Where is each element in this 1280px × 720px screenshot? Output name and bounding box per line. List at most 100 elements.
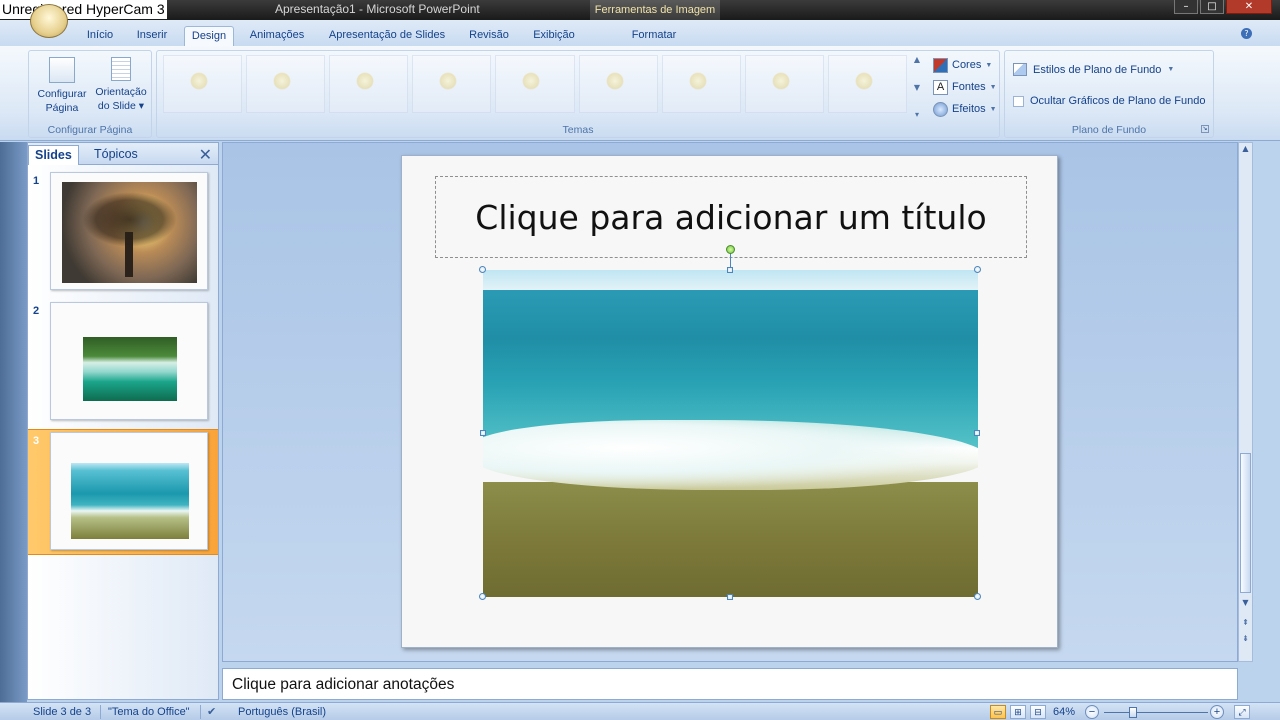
resize-handle[interactable]	[974, 266, 981, 273]
slide-number: 3	[33, 435, 40, 447]
slide-preview[interactable]	[50, 302, 208, 420]
efeitos-button[interactable]: Efeitos ▼	[933, 100, 997, 118]
chevron-down-icon: ▼	[989, 105, 997, 113]
minimize-button[interactable]: –	[1174, 0, 1198, 14]
scroll-down-icon[interactable]: ▼	[1239, 597, 1252, 609]
theme-thumbnail[interactable]	[412, 55, 492, 113]
theme-thumbnail[interactable]	[661, 55, 741, 113]
slide-preview[interactable]	[50, 432, 208, 550]
tab-formatar[interactable]: Formatar	[624, 26, 684, 47]
sea-photo[interactable]	[483, 270, 978, 597]
zoom-in-button[interactable]: +	[1210, 705, 1224, 719]
slide-position: Slide 3 de 3	[33, 706, 92, 718]
slide-preview[interactable]	[50, 172, 208, 290]
theme-thumbnail[interactable]	[163, 55, 243, 113]
tab-design[interactable]: Design	[184, 26, 234, 47]
notes-pane[interactable]: Clique para adicionar anotações	[222, 668, 1238, 700]
slide-number: 2	[33, 305, 40, 317]
scroll-up-icon[interactable]: ▲	[911, 55, 923, 64]
previous-slide-icon[interactable]: ⇞	[1239, 617, 1252, 629]
slide-thumbnail-3[interactable]: 3	[28, 429, 218, 555]
configurar-pagina-label-2: Página	[45, 102, 79, 114]
chevron-down-icon: ▼	[1167, 66, 1175, 73]
resize-handle[interactable]	[974, 593, 981, 600]
tab-topicos[interactable]: Tópicos	[88, 145, 144, 165]
theme-name[interactable]: "Tema do Office"	[108, 705, 190, 719]
group-label-configurar-pagina: Configurar Página	[47, 124, 133, 136]
orientacao-slide-button[interactable]: Orientação do Slide ▾	[91, 57, 151, 113]
theme-thumbnail[interactable]	[578, 55, 658, 113]
zoom-level[interactable]: 64%	[1053, 705, 1075, 719]
close-button[interactable]: ✕	[1226, 0, 1272, 14]
theme-gallery-scroll: ▲ ▼ ▾	[911, 55, 923, 119]
tab-exibicao[interactable]: Exibição	[526, 26, 582, 47]
maximize-button[interactable]: □	[1200, 0, 1224, 14]
configurar-pagina-button[interactable]: Configurar Página	[33, 57, 91, 115]
group-temas: ▲ ▼ ▾ Cores ▼ A Fontes ▼ Efeitos ▼ Temas	[156, 50, 1000, 138]
fit-to-window-icon[interactable]: ⤢	[1234, 705, 1250, 719]
tab-animacoes[interactable]: Animações	[244, 26, 310, 47]
theme-thumbnail[interactable]	[329, 55, 409, 113]
language[interactable]: Português (Brasil)	[238, 705, 326, 719]
rotation-handle[interactable]	[726, 245, 735, 254]
office-button[interactable]	[30, 4, 68, 38]
theme-thumbnail[interactable]	[246, 55, 326, 113]
slide-sorter-icon[interactable]: ⊞	[1010, 705, 1026, 719]
divider	[100, 705, 101, 719]
orientacao-slide-label-2: do Slide ▾	[97, 100, 145, 112]
resize-handle[interactable]	[727, 594, 733, 600]
resize-handle[interactable]	[480, 430, 486, 436]
slideshow-view-icon[interactable]: ⊟	[1030, 705, 1046, 719]
group-plano-de-fundo: Estilos de Plano de Fundo ▼ Ocultar Gráf…	[1004, 50, 1214, 138]
theme-thumbnail[interactable]	[495, 55, 575, 113]
resize-handle[interactable]	[479, 593, 486, 600]
tab-slides[interactable]: Slides	[28, 145, 79, 165]
tree-image	[62, 182, 197, 283]
ocultar-graficos-checkbox[interactable]: Ocultar Gráficos de Plano de Fundo	[1013, 95, 1205, 107]
next-slide-icon[interactable]: ⇟	[1239, 633, 1252, 645]
tab-inserir[interactable]: Inserir	[130, 26, 174, 47]
chevron-down-icon: ▼	[985, 61, 993, 69]
normal-view-icon[interactable]: ▭	[990, 705, 1006, 719]
fontes-button[interactable]: A Fontes ▼	[933, 78, 997, 96]
group-label-plano-de-fundo: Plano de Fundo	[1071, 124, 1147, 136]
chevron-down-icon: ▼	[989, 83, 997, 91]
slide-canvas[interactable]: Clique para adicionar um título	[401, 155, 1058, 648]
tab-apresentacao-de-slides[interactable]: Apresentação de Slides	[322, 26, 452, 47]
group-configurar-pagina: Configurar Página Orientação do Slide ▾ …	[28, 50, 152, 138]
zoom-slider-track[interactable]	[1104, 712, 1208, 713]
photo-foam	[483, 420, 978, 490]
spell-check-icon[interactable]: ✔	[207, 705, 223, 718]
theme-thumbnail[interactable]	[827, 55, 907, 113]
scrollbar-thumb[interactable]	[1240, 453, 1251, 593]
fontes-label: Fontes	[952, 81, 986, 93]
vertical-scrollbar[interactable]: ▲ ▼ ⇞ ⇟	[1238, 142, 1253, 662]
tab-revisao[interactable]: Revisão	[464, 26, 514, 47]
group-label-temas: Temas	[562, 124, 594, 136]
font-icon: A	[933, 79, 948, 95]
more-icon[interactable]: ▾	[911, 110, 923, 119]
scroll-down-icon[interactable]: ▼	[911, 83, 923, 92]
checkbox[interactable]	[1013, 95, 1024, 107]
estilos-plano-de-fundo-button[interactable]: Estilos de Plano de Fundo ▼	[1013, 63, 1174, 76]
tab-inicio[interactable]: Início	[78, 26, 122, 47]
zoom-out-button[interactable]: −	[1085, 705, 1099, 719]
scroll-up-icon[interactable]: ▲	[1239, 143, 1252, 155]
slide-thumbnail-1[interactable]: 1	[28, 170, 218, 296]
cores-button[interactable]: Cores ▼	[933, 56, 992, 74]
title-bar: Apresentação1 - Microsoft PowerPoint Fer…	[0, 0, 1280, 20]
resize-handle[interactable]	[974, 430, 980, 436]
pane-tabs: Slides Tópicos ✕	[28, 143, 218, 165]
help-icon[interactable]: ?	[1241, 28, 1252, 39]
efeitos-label: Efeitos	[952, 103, 986, 115]
theme-gallery[interactable]	[163, 55, 907, 113]
cores-label: Cores	[952, 59, 982, 71]
divider	[200, 705, 201, 719]
resize-handle[interactable]	[479, 266, 486, 273]
close-icon[interactable]: ✕	[199, 145, 212, 164]
notes-placeholder[interactable]: Clique para adicionar anotações	[232, 676, 454, 694]
slide-thumbnail-2[interactable]: 2	[28, 300, 218, 426]
zoom-slider-thumb[interactable]	[1129, 707, 1137, 718]
theme-thumbnail[interactable]	[744, 55, 824, 113]
resize-handle[interactable]	[727, 267, 733, 273]
